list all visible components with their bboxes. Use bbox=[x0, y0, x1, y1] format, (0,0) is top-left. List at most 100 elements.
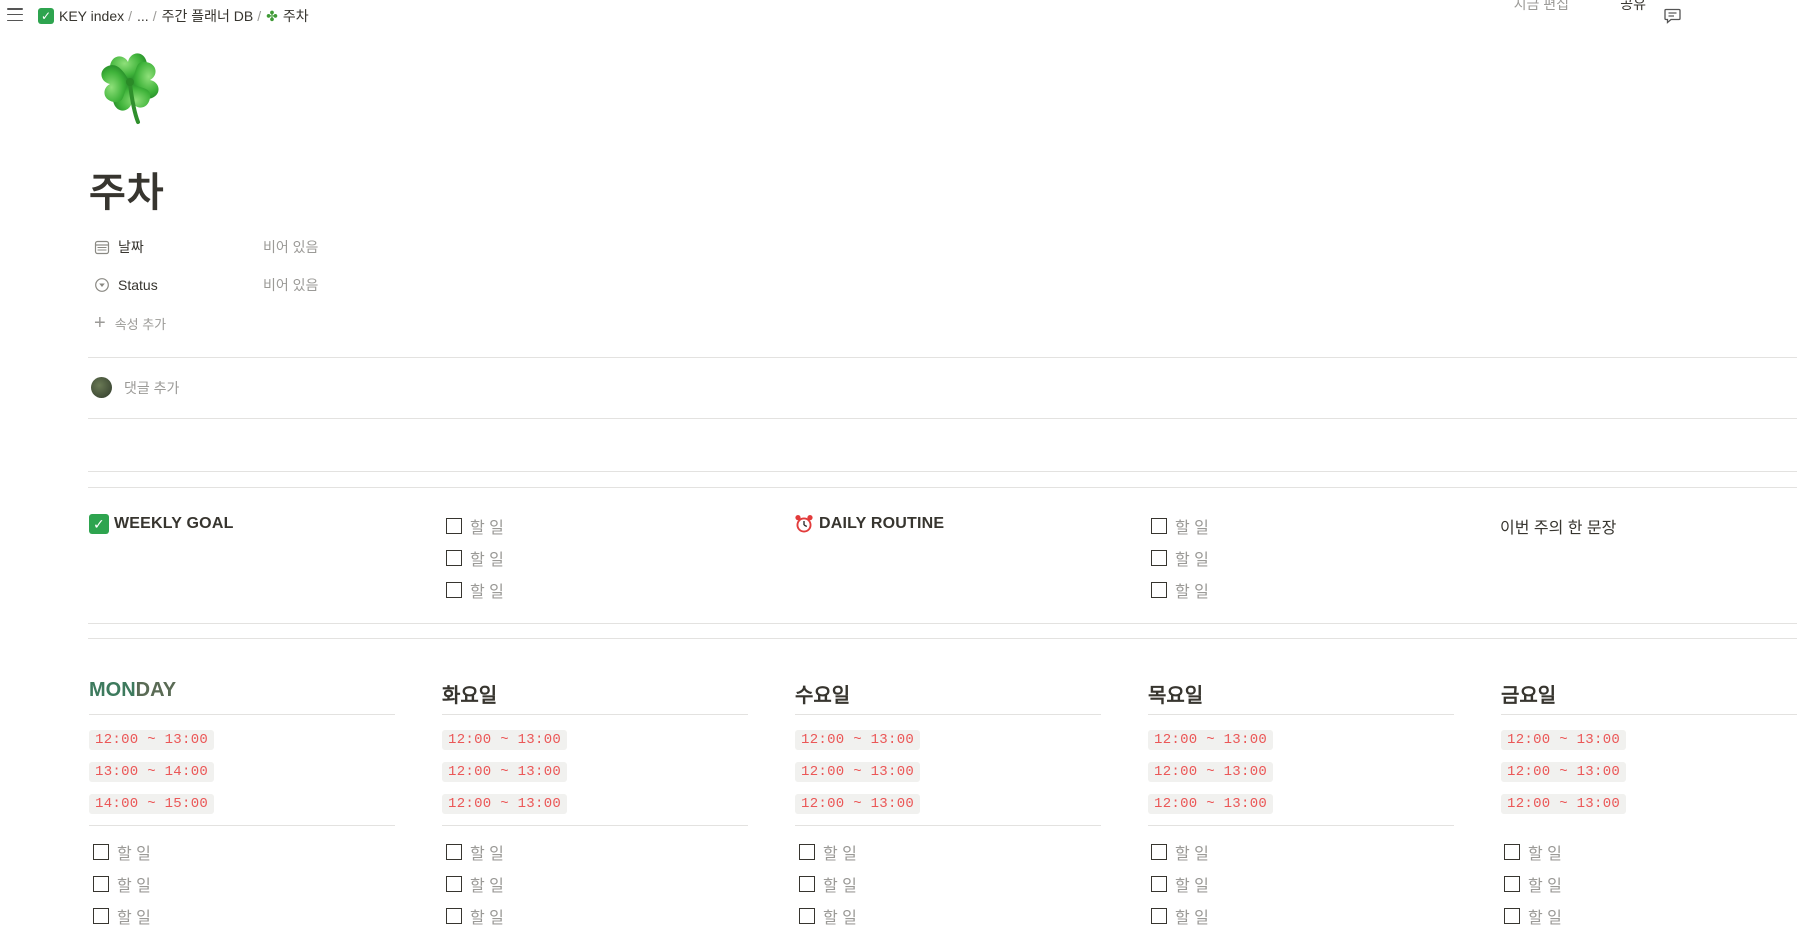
todo-item[interactable]: 할 일 bbox=[1504, 872, 1562, 896]
property-row-status: Status 비어 있음 bbox=[89, 270, 318, 300]
page-title[interactable]: 주차 bbox=[89, 160, 165, 218]
checkbox[interactable] bbox=[446, 518, 462, 534]
add-property-button[interactable]: + 속성 추가 bbox=[94, 313, 166, 333]
day-heading-monday[interactable]: MONDAY bbox=[89, 679, 176, 702]
day-heading-thursday[interactable]: 목요일 bbox=[1148, 679, 1203, 708]
clover-icon: ✤ bbox=[266, 7, 278, 24]
todo-item[interactable]: 할 일 bbox=[446, 904, 504, 928]
checkbox[interactable] bbox=[93, 844, 109, 860]
todo-item[interactable]: 할 일 bbox=[446, 872, 504, 896]
todo-label: 할 일 bbox=[470, 846, 504, 863]
checkbox[interactable] bbox=[1151, 550, 1167, 566]
checkbox[interactable] bbox=[93, 908, 109, 924]
todo-item[interactable]: 할 일 bbox=[799, 840, 857, 864]
checkbox[interactable] bbox=[799, 876, 815, 892]
checkbox[interactable] bbox=[1151, 876, 1167, 892]
plus-icon: + bbox=[94, 312, 106, 334]
todo-label: 할 일 bbox=[823, 846, 857, 863]
check-icon: ✓ bbox=[89, 514, 109, 534]
todo-item[interactable]: 할 일 bbox=[1151, 872, 1209, 896]
checkbox[interactable] bbox=[1504, 908, 1520, 924]
breadcrumb-ellipsis[interactable]: ... bbox=[137, 8, 149, 24]
time-slot[interactable]: 12:00 ~ 13:00 bbox=[1501, 762, 1627, 782]
checkbox[interactable] bbox=[1151, 518, 1167, 534]
todo-item[interactable]: 할 일 bbox=[799, 872, 857, 896]
breadcrumb-current-page[interactable]: ✤ 주차 bbox=[266, 6, 309, 26]
checkbox[interactable] bbox=[1504, 876, 1520, 892]
share-button[interactable]: 공유 bbox=[1620, 0, 1646, 14]
time-slot[interactable]: 12:00 ~ 13:00 bbox=[442, 762, 568, 782]
add-comment-row[interactable]: 댓글 추가 bbox=[91, 377, 179, 398]
time-slot[interactable]: 12:00 ~ 13:00 bbox=[1501, 730, 1627, 750]
todo-label: 할 일 bbox=[823, 910, 857, 927]
time-slot[interactable]: 12:00 ~ 13:00 bbox=[795, 762, 921, 782]
todo-item[interactable]: 할 일 bbox=[1151, 514, 1209, 538]
property-label: Status bbox=[118, 277, 158, 293]
day-heading-wednesday[interactable]: 수요일 bbox=[795, 679, 850, 708]
property-value-date[interactable]: 비어 있음 bbox=[263, 237, 318, 257]
time-slot[interactable]: 12:00 ~ 13:00 bbox=[1148, 794, 1274, 814]
checkbox[interactable] bbox=[446, 876, 462, 892]
checkbox[interactable] bbox=[446, 582, 462, 598]
breadcrumb: ✓ KEY index / ... / 주간 플래너 DB / ✤ 주차 bbox=[38, 6, 309, 26]
todo-item[interactable]: 할 일 bbox=[799, 904, 857, 928]
todo-label: 할 일 bbox=[1175, 520, 1209, 537]
day-heading-friday[interactable]: 금요일 bbox=[1501, 679, 1556, 708]
todo-item[interactable]: 할 일 bbox=[93, 904, 151, 928]
divider bbox=[89, 714, 395, 715]
weekly-goal-title: WEEKLY GOAL bbox=[114, 515, 234, 532]
property-name-date[interactable]: 날짜 bbox=[89, 237, 263, 257]
menu-icon[interactable] bbox=[7, 8, 23, 22]
todo-label: 할 일 bbox=[470, 520, 504, 537]
todo-label: 할 일 bbox=[1175, 552, 1209, 569]
todo-item[interactable]: 할 일 bbox=[1151, 840, 1209, 864]
checkbox[interactable] bbox=[446, 908, 462, 924]
todo-label: 할 일 bbox=[1175, 846, 1209, 863]
checkbox[interactable] bbox=[446, 844, 462, 860]
comments-icon[interactable] bbox=[1664, 8, 1681, 24]
todo-item[interactable]: 할 일 bbox=[446, 514, 504, 538]
todo-item[interactable]: 할 일 bbox=[446, 546, 504, 570]
time-slot[interactable]: 12:00 ~ 13:00 bbox=[1148, 730, 1274, 750]
time-slot[interactable]: 12:00 ~ 13:00 bbox=[795, 730, 921, 750]
four-leaf-clover-icon[interactable] bbox=[90, 44, 170, 128]
todo-item[interactable]: 할 일 bbox=[1504, 840, 1562, 864]
checkbox[interactable] bbox=[93, 876, 109, 892]
checkbox[interactable] bbox=[1504, 844, 1520, 860]
checkbox[interactable] bbox=[799, 844, 815, 860]
todo-item[interactable]: 할 일 bbox=[446, 840, 504, 864]
time-slot[interactable]: 13:00 ~ 14:00 bbox=[89, 762, 215, 782]
weekly-sentence[interactable]: 이번 주의 한 문장 bbox=[1500, 514, 1616, 538]
alarm-clock-icon bbox=[795, 515, 813, 533]
todo-item[interactable]: 할 일 bbox=[1504, 904, 1562, 928]
checkbox[interactable] bbox=[799, 908, 815, 924]
time-slot[interactable]: 12:00 ~ 13:00 bbox=[442, 794, 568, 814]
checkbox[interactable] bbox=[1151, 582, 1167, 598]
property-value-status[interactable]: 비어 있음 bbox=[263, 275, 318, 295]
day-heading-tuesday[interactable]: 화요일 bbox=[442, 679, 497, 708]
todo-item[interactable]: 할 일 bbox=[446, 578, 504, 602]
avatar bbox=[91, 377, 112, 398]
todo-item[interactable]: 할 일 bbox=[1151, 904, 1209, 928]
todo-item[interactable]: 할 일 bbox=[1151, 546, 1209, 570]
todo-label: 할 일 bbox=[1175, 584, 1209, 601]
todo-item[interactable]: 할 일 bbox=[1151, 578, 1209, 602]
divider bbox=[1148, 714, 1454, 715]
time-slot[interactable]: 14:00 ~ 15:00 bbox=[89, 794, 215, 814]
time-slot[interactable]: 12:00 ~ 13:00 bbox=[795, 794, 921, 814]
time-slot[interactable]: 12:00 ~ 13:00 bbox=[442, 730, 568, 750]
checkbox[interactable] bbox=[446, 550, 462, 566]
checkbox[interactable] bbox=[1151, 908, 1167, 924]
property-name-status[interactable]: Status bbox=[89, 277, 263, 293]
todo-item[interactable]: 할 일 bbox=[93, 840, 151, 864]
time-slot[interactable]: 12:00 ~ 13:00 bbox=[1501, 794, 1627, 814]
time-slot[interactable]: 12:00 ~ 13:00 bbox=[89, 730, 215, 750]
day-heading-part: MON bbox=[89, 679, 136, 701]
divider bbox=[795, 714, 1101, 715]
breadcrumb-key-index[interactable]: ✓ KEY index bbox=[38, 8, 124, 24]
checkbox[interactable] bbox=[1151, 844, 1167, 860]
time-slot[interactable]: 12:00 ~ 13:00 bbox=[1148, 762, 1274, 782]
divider bbox=[442, 714, 748, 715]
breadcrumb-planner-db[interactable]: 주간 플래너 DB bbox=[162, 6, 254, 26]
todo-item[interactable]: 할 일 bbox=[93, 872, 151, 896]
